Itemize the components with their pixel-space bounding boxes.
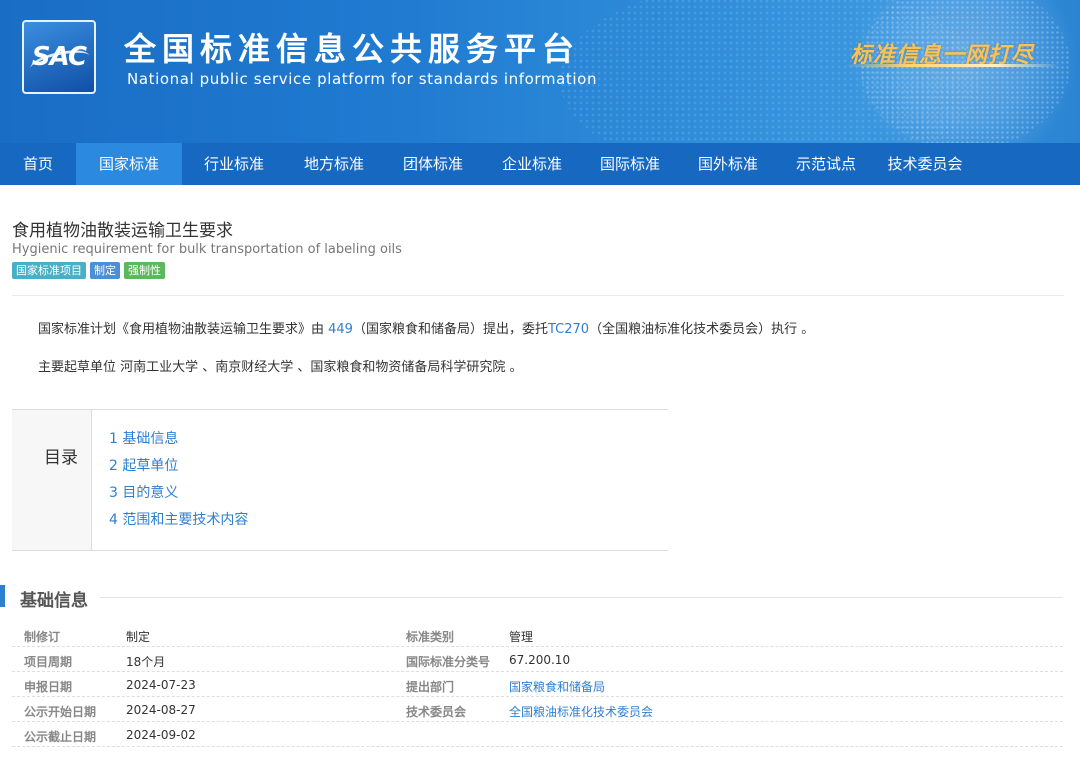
info-label-revision: 制修订 bbox=[24, 630, 61, 644]
toc-item-purpose[interactable]: 3 目的意义 bbox=[109, 482, 178, 502]
section-accent-bar bbox=[0, 585, 5, 607]
info-value-proposer-link[interactable]: 国家粮食和储备局 bbox=[509, 678, 605, 695]
info-label-category: 标准类别 bbox=[406, 630, 455, 644]
tag-national-project: 国家标准项目 bbox=[12, 262, 86, 279]
plan-mid: （国家粮食和储备局）提出，委托 bbox=[352, 322, 548, 337]
site-title: 全国标准信息公共服务平台 bbox=[124, 30, 581, 68]
info-label-notice-start: 公示开始日期 bbox=[24, 705, 97, 719]
header-banner: SAC 全国标准信息公共服务平台 National public service… bbox=[0, 0, 1080, 143]
nav-local-standards[interactable]: 地方标准 bbox=[286, 143, 382, 185]
info-label-tc: 技术委员会 bbox=[406, 705, 467, 719]
toc-item-basic-info[interactable]: 1 基础信息 bbox=[109, 428, 178, 448]
info-value-cycle: 18个月 bbox=[126, 655, 166, 669]
tag-mandatory: 强制性 bbox=[124, 262, 165, 279]
sac-logo[interactable]: SAC bbox=[22, 20, 96, 94]
nav-national-standards[interactable]: 国家标准 bbox=[76, 143, 182, 185]
info-value-ics: 67.200.10 bbox=[509, 653, 571, 667]
nav-technical-committees[interactable]: 技术委员会 bbox=[876, 143, 974, 185]
nav-group-standards[interactable]: 团体标准 bbox=[382, 143, 484, 185]
info-row: 项目周期 18个月 国际标准分类号 67.200.10 bbox=[12, 647, 1063, 672]
info-label-submit-date: 申报日期 bbox=[24, 680, 73, 694]
info-value-revision: 制定 bbox=[126, 630, 151, 644]
divider bbox=[12, 295, 1064, 296]
nav-enterprise-standards[interactable]: 企业标准 bbox=[484, 143, 580, 185]
info-value-notice-start: 2024-08-27 bbox=[126, 703, 196, 717]
nav-demo-pilot[interactable]: 示范试点 bbox=[776, 143, 876, 185]
site-subtitle: National public service platform for sta… bbox=[127, 70, 598, 88]
globe-dots-graphic bbox=[860, 0, 1070, 143]
table-of-contents: 目录 1 基础信息 2 起草单位 3 目的意义 4 范围和主要技术内容 bbox=[12, 409, 668, 551]
info-row: 申报日期 2024-07-23 提出部门 国家粮食和储备局 bbox=[12, 672, 1063, 697]
toc-label: 目录 bbox=[44, 448, 78, 468]
info-row: 公示截止日期 2024-09-02 bbox=[12, 722, 1063, 747]
nav-foreign-standards[interactable]: 国外标准 bbox=[680, 143, 776, 185]
info-value-tc-link[interactable]: 全国粮油标准化技术委员会 bbox=[509, 703, 653, 720]
info-label-proposer: 提出部门 bbox=[406, 680, 455, 694]
plan-prefix: 国家标准计划《食用植物油散装运输卫生要求》由 bbox=[38, 322, 329, 337]
tc-link[interactable]: TC270 bbox=[548, 322, 589, 337]
standard-tags: 国家标准项目 制定 强制性 bbox=[12, 262, 165, 279]
section-divider bbox=[100, 597, 1062, 598]
info-label-notice-end: 公示截止日期 bbox=[24, 730, 97, 744]
standard-title-en: Hygienic requirement for bulk transporta… bbox=[12, 242, 402, 257]
standard-title: 食用植物油散装运输卫生要求 bbox=[12, 221, 233, 241]
plan-description: 国家标准计划《食用植物油散装运输卫生要求》由 449（国家粮食和储备局）提出，委… bbox=[38, 318, 814, 337]
slogan-brush-stroke bbox=[845, 64, 1060, 67]
plan-code-link[interactable]: 449 bbox=[328, 322, 353, 337]
tag-type: 制定 bbox=[90, 262, 120, 279]
nav-industry-standards[interactable]: 行业标准 bbox=[182, 143, 286, 185]
nav-international-standards[interactable]: 国际标准 bbox=[580, 143, 680, 185]
info-label-ics: 国际标准分类号 bbox=[406, 655, 491, 669]
toc-item-scope[interactable]: 4 范围和主要技术内容 bbox=[109, 509, 248, 529]
section-title-basic-info: 基础信息 bbox=[20, 591, 88, 611]
drafting-units: 主要起草单位 河南工业大学 、南京财经大学 、国家粮食和物资储备局科学研究院 。 bbox=[38, 360, 523, 375]
info-value-notice-end: 2024-09-02 bbox=[126, 728, 196, 742]
info-label-cycle: 项目周期 bbox=[24, 655, 73, 669]
info-value-category: 管理 bbox=[509, 630, 534, 644]
main-nav: 首页 国家标准 行业标准 地方标准 团体标准 企业标准 国际标准 国外标准 示范… bbox=[0, 143, 1080, 185]
plan-suffix: （全国粮油标准化技术委员会）执行 。 bbox=[589, 322, 815, 337]
toc-label-box: 目录 bbox=[12, 410, 92, 550]
info-value-submit-date: 2024-07-23 bbox=[126, 678, 196, 692]
info-row: 公示开始日期 2024-08-27 技术委员会 全国粮油标准化技术委员会 bbox=[12, 697, 1063, 722]
toc-item-drafting-units[interactable]: 2 起草单位 bbox=[109, 455, 178, 475]
info-row: 制修订 制定 标准类别 管理 bbox=[12, 622, 1063, 647]
nav-home[interactable]: 首页 bbox=[0, 143, 76, 185]
